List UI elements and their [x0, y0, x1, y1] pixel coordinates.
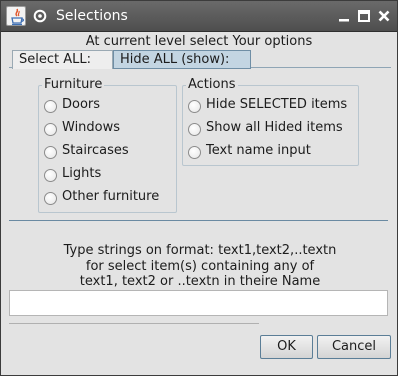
instruction-line-1: Type strings on format: text1,text2,..te… [63, 243, 337, 258]
radio-label: Doors [62, 97, 101, 112]
furniture-group: Furniture Doors Windows Staircases Light… [38, 77, 177, 213]
furniture-group-title: Furniture [42, 77, 105, 92]
section-separator [9, 220, 388, 221]
actions-group-title: Actions [186, 77, 238, 92]
radio-label: Lights [62, 166, 102, 181]
text-name-input-field[interactable] [9, 290, 388, 316]
radio-button-icon[interactable] [44, 169, 57, 182]
window-menu-icon[interactable] [33, 9, 47, 23]
radio-label: Text name input [206, 143, 311, 158]
radio-label: Windows [62, 120, 121, 135]
cancel-button[interactable]: Cancel [317, 335, 391, 359]
radio-label: Show all Hided items [206, 120, 343, 135]
radio-button-icon[interactable] [188, 146, 201, 159]
radio-label: Staircases [62, 143, 129, 158]
radio-button-icon[interactable] [188, 123, 201, 136]
dialog-heading: At current level select Your options [85, 34, 313, 49]
radio-button-icon[interactable] [44, 123, 57, 136]
java-icon [6, 6, 26, 26]
actions-group: Actions Hide SELECTED items Show all Hid… [182, 77, 359, 166]
radio-label: Hide SELECTED items [206, 97, 348, 112]
window-title: Selections [56, 8, 128, 24]
instruction-line-3: text1, text2 or ..textn in theire Name [79, 274, 321, 289]
tab-hide-all[interactable]: Hide ALL (show): [113, 50, 251, 69]
radio-button-icon[interactable] [44, 146, 57, 159]
ok-button[interactable]: OK [260, 335, 313, 359]
radio-button-icon[interactable] [44, 100, 57, 113]
bottom-separator [9, 323, 259, 324]
instruction-line-2: for select item(s) containing any of [85, 259, 315, 274]
radio-button-icon[interactable] [188, 100, 201, 113]
minimize-icon[interactable] [337, 9, 351, 23]
tab-select-all[interactable]: Select ALL: [12, 50, 113, 69]
title-bar[interactable]: Selections [1, 1, 397, 32]
radio-button-icon[interactable] [44, 192, 57, 205]
radio-label: Other furniture [62, 189, 160, 204]
close-icon[interactable] [377, 9, 391, 23]
maximize-icon[interactable] [357, 9, 371, 23]
selections-dialog: Selections At current level select Your … [0, 0, 398, 376]
